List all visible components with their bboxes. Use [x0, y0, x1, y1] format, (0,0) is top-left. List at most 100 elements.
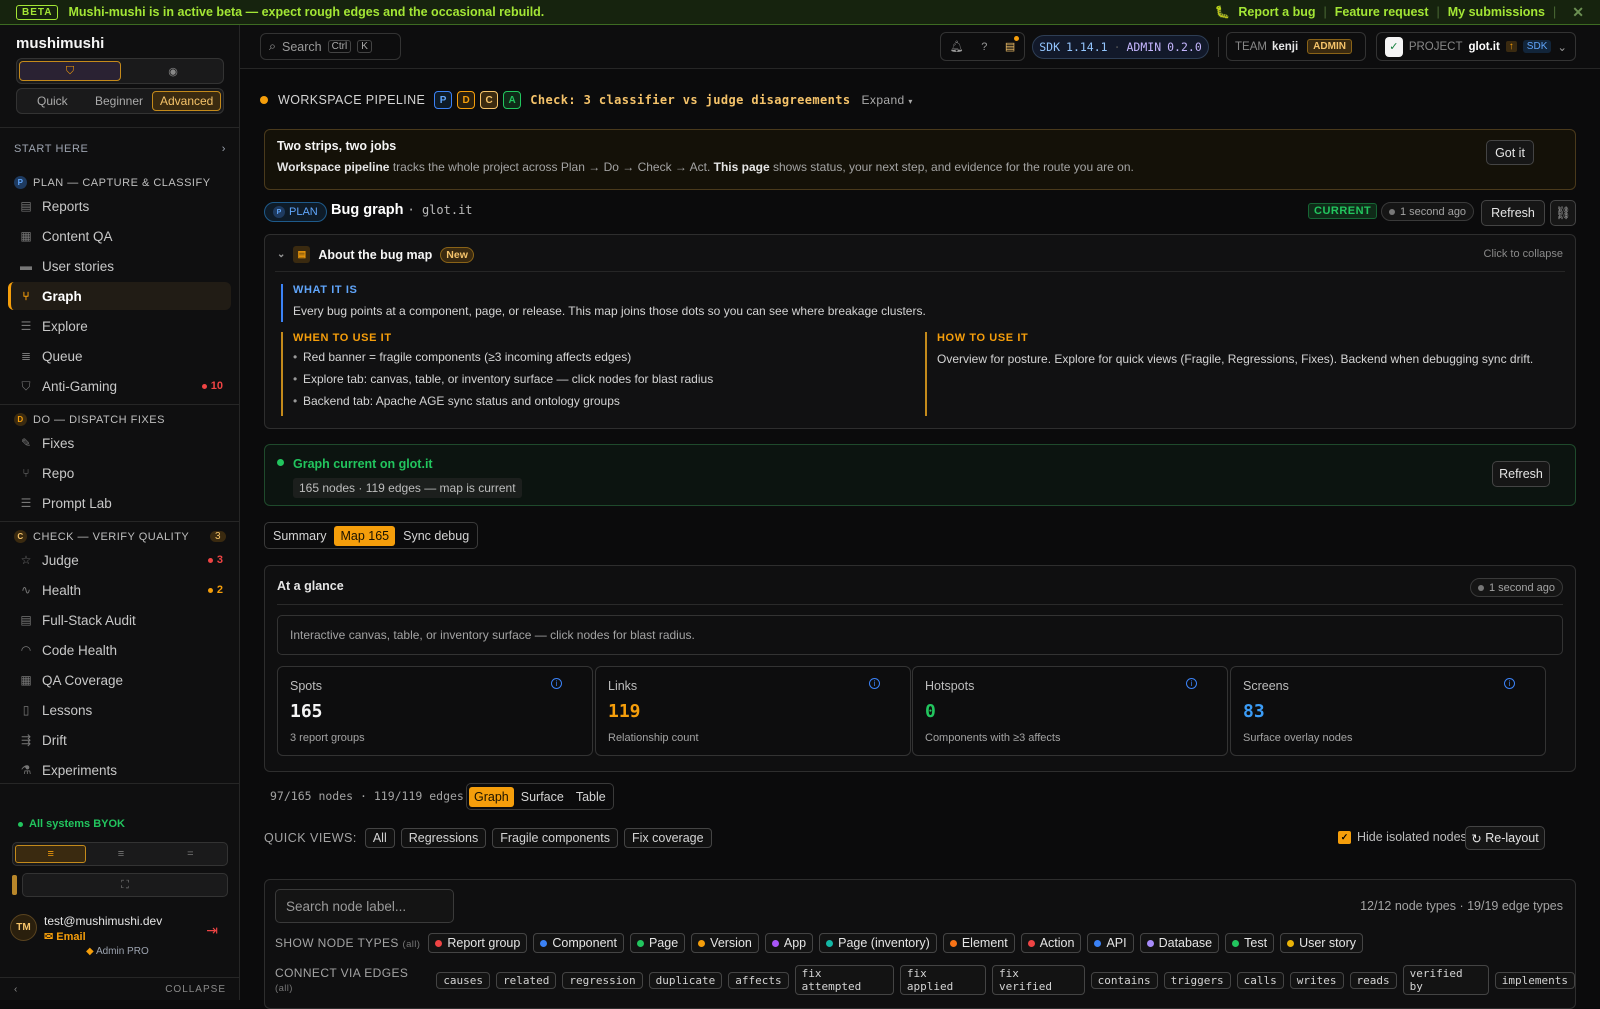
edge-type-chip[interactable]: reads	[1349, 971, 1397, 989]
density-compact-button[interactable]: ≡	[15, 845, 87, 863]
quick-view-fix-coverage[interactable]: Fix coverage	[624, 828, 712, 848]
quick-view-all[interactable]: All	[364, 828, 395, 848]
edge-type-chip[interactable]: affects	[728, 971, 789, 989]
edge-type-chip[interactable]: fix verified	[991, 965, 1085, 995]
sidebar-item-queue[interactable]: ≣ Queue	[8, 342, 231, 370]
node-type-chip[interactable]: Test	[1225, 933, 1275, 953]
edge-type-chip[interactable]: fix applied	[899, 965, 986, 995]
quick-view-regressions[interactable]: Regressions	[400, 828, 487, 848]
sidebar-item-graph[interactable]: ⑂ Graph	[8, 282, 231, 310]
quick-view-fragile[interactable]: Fragile components	[492, 828, 618, 848]
node-type-chip[interactable]: Component	[533, 933, 624, 953]
checkbox[interactable]: ✓	[1338, 830, 1351, 844]
collapse-sidebar-button[interactable]: ‹ COLLAPSE	[0, 977, 240, 1000]
difficulty-beginner[interactable]: Beginner	[86, 91, 153, 111]
tab-map[interactable]: Map 165	[334, 525, 396, 546]
sidebar-section-d[interactable]: D DO — DISPATCH FIXES	[14, 413, 226, 426]
panel-handle[interactable]	[12, 875, 17, 895]
stage-do[interactable]: D	[457, 91, 476, 109]
difficulty-advanced[interactable]: Advanced	[152, 91, 222, 111]
eye-mode-button[interactable]: ◉	[123, 59, 223, 83]
search-button[interactable]: ⌕ Search Ctrl K	[260, 33, 401, 60]
edge-type-chip[interactable]: contains	[1090, 971, 1158, 989]
edge-type-chip[interactable]: writes	[1289, 971, 1344, 989]
node-type-chip[interactable]: Report group	[428, 933, 528, 953]
sidebar-item-prompt-lab[interactable]: ☰ Prompt Lab	[8, 489, 231, 517]
node-type-chip[interactable]: App	[764, 933, 814, 953]
edge-type-chip[interactable]: triggers	[1163, 971, 1231, 989]
info-icon[interactable]: i	[1186, 678, 1197, 689]
relayout-button[interactable]: ↻ Re-layout	[1465, 826, 1545, 850]
node-type-chip[interactable]: Version	[691, 933, 759, 953]
edge-type-chip[interactable]: causes	[436, 971, 491, 989]
stage-check[interactable]: C	[480, 91, 499, 109]
view-table[interactable]: Table	[571, 787, 611, 807]
version-pill[interactable]: SDK 1.14.1 · ADMIN 0.2.0	[1032, 35, 1209, 59]
edge-type-chip[interactable]: fix attempted	[794, 965, 894, 995]
team-switcher[interactable]: TEAM kenji ADMIN	[1226, 32, 1366, 61]
sidebar-item-code-health[interactable]: ◠ Code Health	[8, 636, 231, 664]
report-bug-link[interactable]: Report a bug	[1238, 5, 1315, 19]
node-type-chip[interactable]: Page	[629, 933, 686, 953]
graph-refresh-button[interactable]: Refresh	[1492, 461, 1550, 487]
info-icon[interactable]: i	[869, 678, 880, 689]
got-it-button[interactable]: Got it	[1486, 140, 1534, 165]
logout-icon[interactable]: ⇥	[206, 922, 218, 939]
node-type-chip[interactable]: Database	[1139, 933, 1220, 953]
info-icon[interactable]: i	[551, 678, 562, 689]
user-card[interactable]: TM test@mushimushi.dev ✉ Email ◆ Admin P…	[10, 912, 230, 962]
sidebar-item-reports[interactable]: ▤ Reports	[8, 192, 231, 220]
node-type-chip[interactable]: API	[1087, 933, 1134, 953]
pipeline-check-text[interactable]: Check: 3 classifier vs judge disagreemen…	[530, 93, 850, 107]
sidebar-section-c[interactable]: C CHECK — VERIFY QUALITY 3	[14, 530, 226, 543]
info-icon[interactable]: i	[1504, 678, 1515, 689]
node-type-chip[interactable]: User story	[1280, 933, 1364, 953]
refresh-button[interactable]: Refresh	[1481, 200, 1545, 226]
sidebar-section-p[interactable]: P PLAN — CAPTURE & CLASSIFY	[14, 176, 226, 189]
expand-button[interactable]: Expand ▾	[862, 93, 913, 107]
about-header[interactable]: ⌄ ▤ About the bug map New	[277, 246, 474, 263]
tab-summary[interactable]: Summary	[267, 526, 332, 546]
sidebar-item-explore[interactable]: ☰ Explore	[8, 312, 231, 340]
help-icon[interactable]: ?	[981, 41, 987, 53]
my-submissions-link[interactable]: My submissions	[1448, 5, 1545, 19]
stage-plan[interactable]: P	[434, 91, 453, 109]
sidebar-item-content-qa[interactable]: ▦ Content QA	[8, 222, 231, 250]
stage-act[interactable]: A	[503, 91, 522, 109]
node-type-chip[interactable]: Element	[942, 933, 1015, 953]
edge-type-chip[interactable]: duplicate	[648, 971, 723, 989]
density-normal-button[interactable]: ≡	[86, 845, 155, 863]
node-search-input[interactable]: Search node label...	[275, 889, 454, 923]
close-icon[interactable]: ✕	[1572, 4, 1584, 21]
sidebar-item-judge[interactable]: ☆ Judge 3	[8, 546, 231, 574]
sidebar-item-repo[interactable]: ⑂ Repo	[8, 459, 231, 487]
edge-type-chip[interactable]: verified by	[1402, 965, 1489, 995]
difficulty-quick[interactable]: Quick	[19, 91, 86, 111]
edge-type-chip[interactable]: related	[496, 971, 557, 989]
start-here[interactable]: START HERE ›	[14, 143, 226, 155]
brand-logo[interactable]: mushimushi	[16, 35, 104, 52]
sidebar-item-full-stack-audit[interactable]: ▤ Full-Stack Audit	[8, 606, 231, 634]
edge-type-chip[interactable]: implements	[1494, 971, 1575, 989]
view-surface[interactable]: Surface	[516, 787, 569, 807]
view-graph[interactable]: Graph	[469, 786, 514, 807]
sidebar-item-health[interactable]: ∿ Health 2	[8, 576, 231, 604]
sidebar-item-experiments[interactable]: ⚗ Experiments	[8, 756, 231, 784]
node-type-chip[interactable]: Action	[1020, 933, 1082, 953]
node-type-chip[interactable]: Page (inventory)	[819, 933, 937, 953]
feature-request-link[interactable]: Feature request	[1335, 5, 1429, 19]
sidebar-item-drift[interactable]: ⇶ Drift	[8, 726, 231, 754]
edge-type-chip[interactable]: regression	[562, 971, 643, 989]
edge-type-chip[interactable]: calls	[1236, 971, 1284, 989]
sidebar-item-anti-gaming[interactable]: ⛉ Anti-Gaming 10	[8, 372, 231, 400]
shield-mode-button[interactable]: ⛉	[19, 61, 121, 81]
sidebar-item-user-stories[interactable]: ▬ User stories	[8, 252, 231, 280]
tab-sync-debug[interactable]: Sync debug	[397, 526, 475, 546]
link-icon[interactable]: ⛓	[1550, 200, 1576, 226]
sidebar-item-qa-coverage[interactable]: ▦ QA Coverage	[8, 666, 231, 694]
fullscreen-button[interactable]: ⛶	[22, 873, 228, 897]
sidebar-item-fixes[interactable]: ✎ Fixes	[8, 429, 231, 457]
sidebar-item-lessons[interactable]: ▯ Lessons	[8, 696, 231, 724]
collapse-hint[interactable]: Click to collapse	[1484, 248, 1563, 260]
density-loose-button[interactable]: =	[156, 845, 225, 863]
